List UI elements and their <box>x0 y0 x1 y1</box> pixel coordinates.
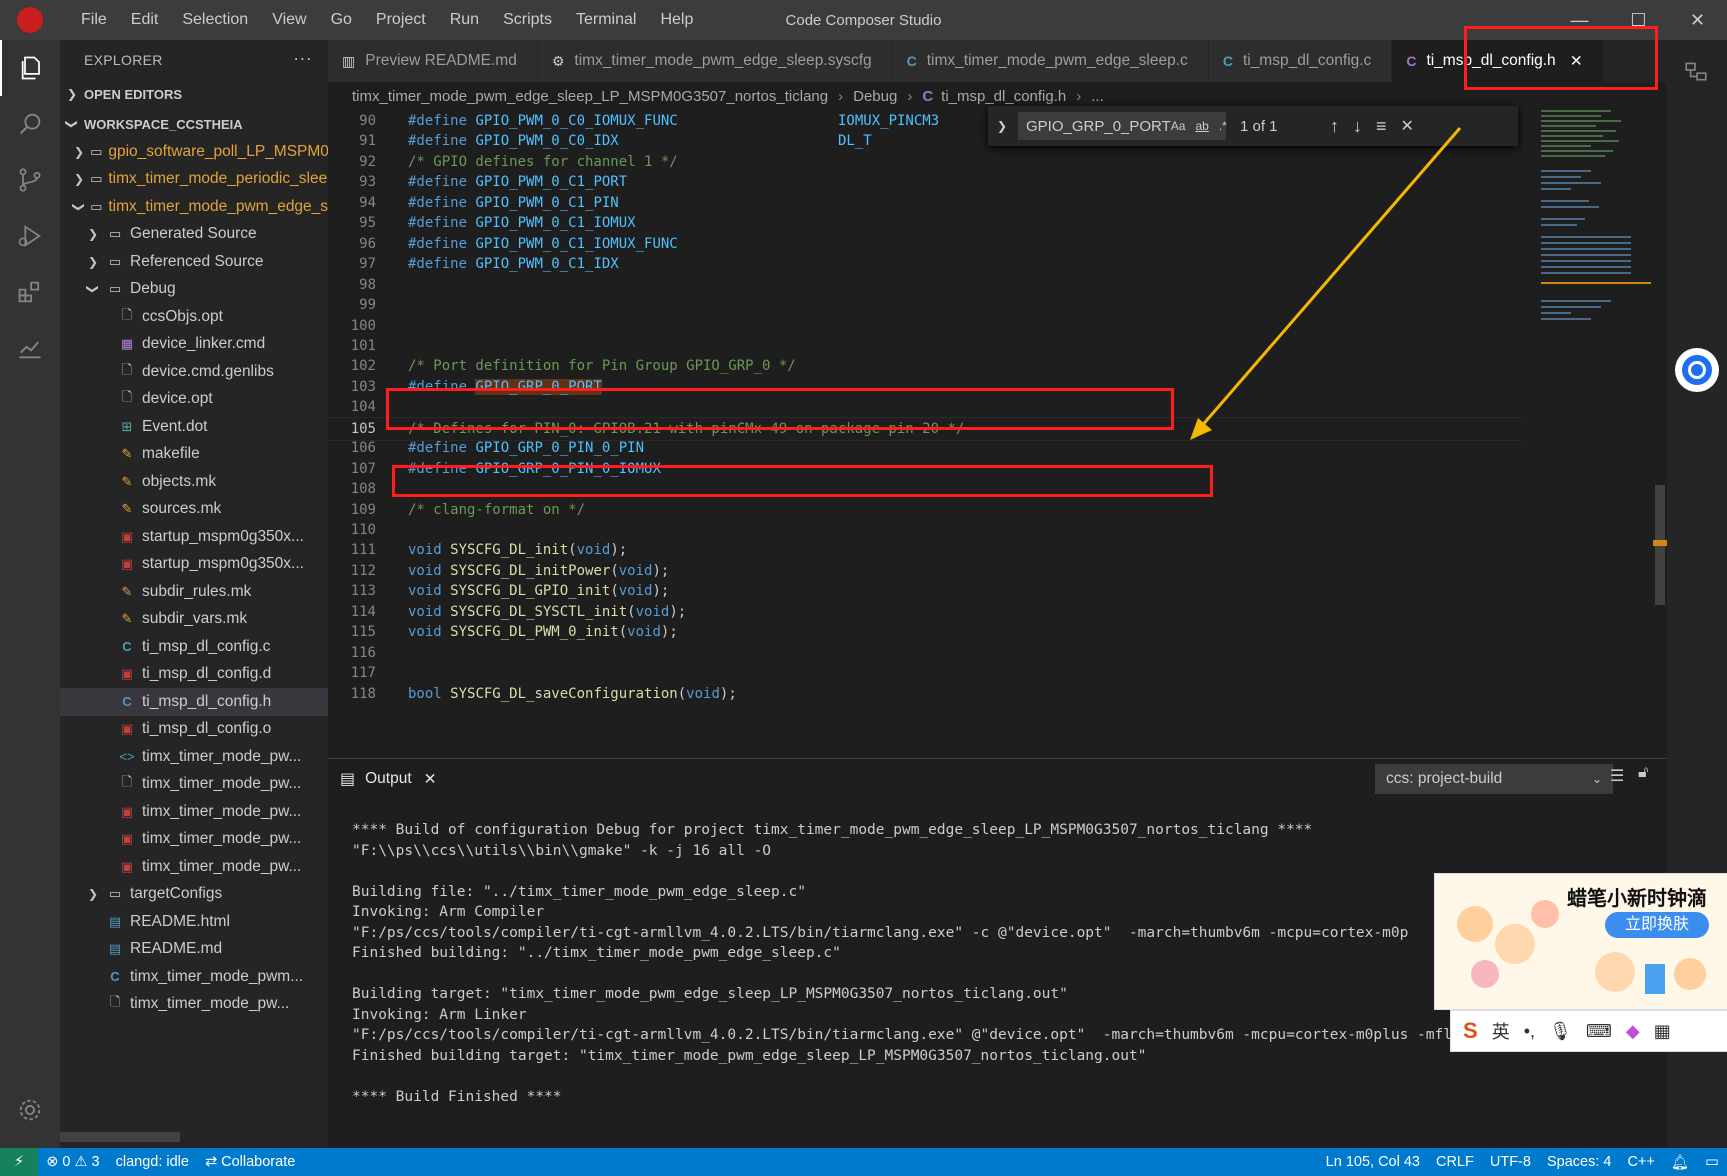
clangd-status[interactable]: clangd: idle <box>108 1154 197 1170</box>
cartoon-image-2 <box>1575 944 1715 1000</box>
cartoon-image <box>1445 884 1565 996</box>
warning-count: 3 <box>91 1154 100 1170</box>
file-encoding[interactable]: UTF-8 <box>1482 1154 1539 1170</box>
skin-icon[interactable]: ◆ <box>1626 1021 1640 1042</box>
collaborate-button[interactable]: ⇄ Collaborate <box>197 1154 303 1170</box>
keyboard-icon[interactable]: ⌨︎ <box>1586 1021 1612 1042</box>
ime-toolbar: S 英 •, 🎙︎ ⌨︎ ◆ ▦ <box>1450 1010 1727 1052</box>
collaborate-label: Collaborate <box>221 1154 296 1170</box>
warning-icon: ⚠ <box>74 1154 88 1170</box>
ime-language-toggle[interactable]: 英 <box>1492 1018 1510 1044</box>
language-mode[interactable]: C++ <box>1619 1154 1662 1170</box>
ad-title: 蜡笔小新时钟滴 <box>1567 888 1707 910</box>
notifications-bell-icon[interactable]: 🔔︎ <box>1663 1154 1697 1171</box>
error-count: 0 <box>62 1154 71 1170</box>
problems-indicator[interactable]: ⊗ 0 ⚠ 3 <box>38 1154 107 1170</box>
line-ending[interactable]: CRLF <box>1428 1154 1482 1170</box>
indentation[interactable]: Spaces: 4 <box>1539 1154 1620 1170</box>
remote-indicator-icon[interactable]: ⚡ <box>0 1148 39 1176</box>
cursor-position[interactable]: Ln 105, Col 43 <box>1318 1154 1428 1170</box>
grid-menu-icon[interactable]: ▦ <box>1654 1021 1671 1042</box>
microphone-icon[interactable]: 🎙︎ <box>1549 1021 1572 1042</box>
ad-popup[interactable]: 蜡笔小新时钟滴 立即换肤 <box>1434 873 1727 1010</box>
layout-icon[interactable]: ▭ <box>1697 1154 1727 1170</box>
collaborate-icon: ⇄ <box>204 1154 218 1170</box>
error-icon: ⊗ <box>46 1154 59 1170</box>
status-bar: ⚡ ⊗ 0 ⚠ 3 clangd: idle ⇄ Collaborate Ln … <box>0 1148 1727 1176</box>
sogou-logo-icon[interactable]: S <box>1463 1018 1478 1044</box>
ad-button[interactable]: 立即换肤 <box>1605 912 1709 938</box>
punctuation-icon[interactable]: •, <box>1524 1021 1535 1042</box>
